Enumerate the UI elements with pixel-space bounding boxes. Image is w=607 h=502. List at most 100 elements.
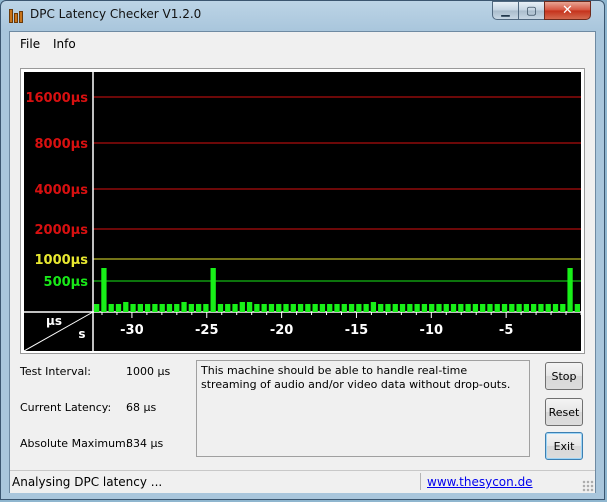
- x-unit-label: s: [78, 327, 85, 341]
- minimize-button[interactable]: ▁: [492, 1, 519, 20]
- latency-bar: [523, 304, 530, 312]
- latency-bar: [516, 304, 522, 312]
- latency-bar: [407, 304, 413, 312]
- latency-bar: [421, 304, 428, 312]
- close-icon: ✕: [562, 3, 573, 18]
- window-title: DPC Latency Checker V1.2.0: [30, 7, 202, 21]
- latency-bar: [348, 304, 355, 312]
- y-unit-label: µs: [46, 314, 62, 328]
- latency-bar: [429, 304, 435, 312]
- absolute-maximum-label: Absolute Maximum:: [20, 437, 130, 450]
- latency-bar: [101, 268, 107, 312]
- status-separator: [420, 473, 421, 490]
- latency-bar: [531, 304, 537, 312]
- latency-bar: [334, 304, 340, 312]
- latency-bar: [552, 304, 559, 312]
- latency-bar: [450, 304, 457, 312]
- y-tick-label: 8000µs: [35, 137, 89, 152]
- latency-bar: [137, 304, 143, 312]
- reset-button[interactable]: Reset: [545, 398, 583, 426]
- latency-bar: [472, 304, 479, 312]
- latency-bar: [188, 304, 194, 312]
- x-tick-label: -5: [499, 323, 513, 338]
- test-interval-label: Test Interval:: [20, 365, 91, 378]
- latency-bar: [181, 302, 187, 312]
- latency-bar: [195, 304, 202, 312]
- latency-bar: [378, 304, 384, 312]
- latency-bar: [509, 304, 515, 312]
- latency-bar: [144, 304, 151, 312]
- latency-bar: [458, 304, 464, 312]
- x-tick-label: -25: [195, 323, 219, 338]
- latency-bar: [159, 304, 165, 312]
- latency-chart: 16000µs 8000µs 4000µs 2000µs 1000µs 500µs µs s -…: [24, 72, 581, 351]
- x-tick-label: -15: [345, 323, 369, 338]
- latency-bar: [276, 304, 282, 312]
- status-text: Analysing DPC latency ...: [12, 475, 163, 489]
- latency-bar: [370, 302, 377, 312]
- stop-button[interactable]: Stop: [545, 362, 583, 390]
- latency-bar: [94, 304, 100, 312]
- menu-info[interactable]: Info: [53, 37, 76, 51]
- latency-bar: [385, 304, 391, 312]
- latency-bar: [494, 304, 500, 312]
- latency-bar: [560, 304, 566, 312]
- y-tick-label: 16000µs: [25, 91, 88, 106]
- latency-bar: [312, 304, 318, 312]
- latency-bar: [232, 304, 238, 312]
- latency-bar: [225, 304, 231, 312]
- latency-bar: [567, 268, 573, 312]
- latency-bar: [392, 304, 398, 312]
- absolute-maximum-value: 834 µs: [126, 437, 164, 450]
- latency-bar: [414, 304, 420, 312]
- y-tick-label: 4000µs: [35, 183, 89, 198]
- latency-bar: [246, 302, 253, 312]
- title-bar[interactable]: DPC Latency Checker V1.2.0 ▁ ▢ ✕: [1, 1, 604, 31]
- close-button[interactable]: ✕: [544, 1, 591, 20]
- latency-bar: [341, 304, 347, 312]
- latency-bar: [305, 304, 311, 312]
- y-tick-label: 500µs: [44, 275, 89, 290]
- latency-bar: [501, 304, 508, 312]
- status-message-box: This machine should be able to handle re…: [196, 360, 530, 457]
- y-tick-label: 2000µs: [35, 223, 89, 238]
- latency-bar: [297, 304, 304, 312]
- latency-bar: [108, 304, 114, 312]
- app-window: DPC Latency Checker V1.2.0 ▁ ▢ ✕ File In…: [0, 0, 605, 500]
- resize-grip[interactable]: [582, 480, 594, 492]
- exit-button[interactable]: Exit: [545, 432, 583, 460]
- latency-bar: [254, 304, 260, 312]
- latency-bar: [538, 304, 544, 312]
- y-tick-label: 1000µs: [35, 253, 89, 268]
- x-tick-label: -20: [270, 323, 294, 338]
- latency-bar: [443, 304, 449, 312]
- client-area: File Info 16000µs 8000µs 4000µs 2000µs 1000µ…: [9, 31, 596, 493]
- latency-bar: [290, 304, 296, 312]
- status-bar: Analysing DPC latency ... www.thesycon.d…: [10, 470, 595, 493]
- latency-bar: [356, 304, 362, 312]
- latency-bar: [465, 304, 471, 312]
- latency-bar: [574, 304, 580, 312]
- test-interval-value: 1000 µs: [126, 365, 171, 378]
- minimize-icon: ▁: [501, 4, 510, 17]
- x-tick-label: -30: [120, 323, 144, 338]
- latency-bar: [152, 304, 158, 312]
- latency-bar: [268, 304, 275, 312]
- x-tick-label: -10: [420, 323, 444, 338]
- current-latency-label: Current Latency:: [20, 401, 112, 414]
- menu-bar: File Info: [10, 32, 595, 56]
- latency-bar: [174, 304, 180, 312]
- latency-bar: [487, 304, 493, 312]
- latency-bar: [436, 304, 442, 312]
- latency-bar: [123, 302, 129, 312]
- app-icon: [9, 9, 25, 23]
- menu-file[interactable]: File: [20, 37, 40, 51]
- maximize-button[interactable]: ▢: [518, 1, 545, 20]
- latency-bar: [130, 304, 136, 312]
- latency-bar: [239, 302, 245, 312]
- latency-bar: [210, 268, 216, 312]
- latency-bar: [399, 304, 406, 312]
- latency-bar: [545, 304, 551, 312]
- latency-bar: [261, 304, 267, 312]
- website-link[interactable]: www.thesycon.de: [427, 475, 533, 489]
